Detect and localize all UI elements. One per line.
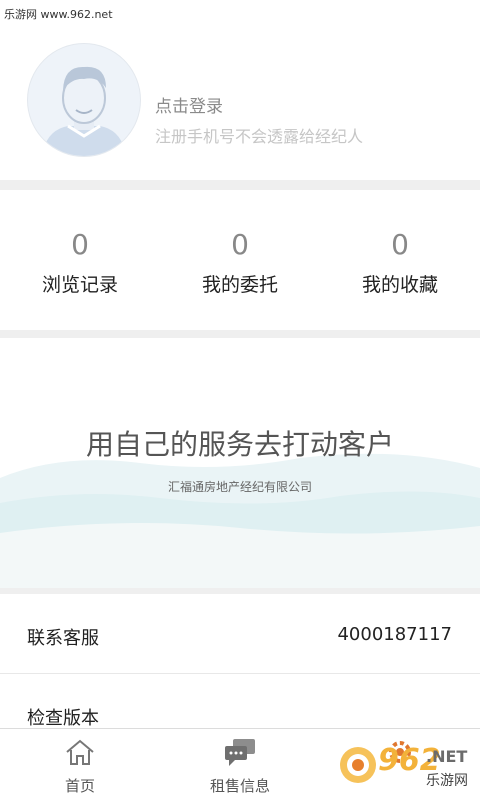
contact-service-phone[interactable]: 4000187117 [337, 624, 452, 645]
stat-label: 我的收藏 [361, 274, 438, 296]
watermark-net: .NET [426, 747, 468, 766]
stat-my-favorites[interactable]: 0 我的收藏 [320, 190, 480, 330]
tab-label: 首页 [64, 777, 95, 795]
stat-browse-history[interactable]: 0 浏览记录 [0, 190, 160, 330]
login-title[interactable]: 点击登录 [155, 92, 223, 117]
banner-title: 用自己的服务去打动客户 [85, 428, 394, 461]
stat-value: 0 [231, 228, 249, 261]
section-divider [0, 330, 480, 338]
promo-banner: 用自己的服务去打动客户 汇福通房地产经纪有限公司 [0, 338, 480, 588]
stat-value: 0 [71, 228, 89, 261]
avatar[interactable] [27, 43, 141, 157]
profile-header[interactable]: 点击登录 注册手机号不会透露给经纪人 [0, 20, 480, 180]
watermark-logo: 962 .NET 乐游网 [334, 735, 474, 797]
user-avatar-icon [42, 66, 126, 156]
tab-label: 租售信息 [209, 777, 270, 795]
watermark-brand: 乐游网 [426, 773, 468, 789]
tab-home[interactable]: 首页 [0, 729, 160, 801]
check-version-label: 检查版本 [27, 708, 99, 729]
chat-bubbles-icon [225, 739, 255, 766]
section-divider [0, 180, 480, 190]
stat-value: 0 [391, 228, 409, 261]
login-subtitle: 注册手机号不会透露给经纪人 [155, 127, 364, 146]
wave-background-icon [0, 453, 480, 588]
watermark-logo-icon [340, 747, 376, 783]
stat-label: 浏览记录 [41, 274, 118, 296]
contact-service-label: 联系客服 [27, 628, 99, 649]
stat-label: 我的委托 [201, 274, 278, 296]
banner-subtitle: 汇福通房地产经纪有限公司 [167, 480, 312, 494]
home-icon [66, 739, 94, 765]
stats-row: 0 浏览记录 0 我的委托 0 我的收藏 [0, 190, 480, 330]
stat-my-commissions[interactable]: 0 我的委托 [160, 190, 320, 330]
contact-service-row[interactable]: 联系客服 4000187117 [0, 594, 480, 674]
check-version-row[interactable]: 检查版本 [0, 674, 480, 729]
tab-rental-info[interactable]: 租售信息 [160, 729, 320, 801]
